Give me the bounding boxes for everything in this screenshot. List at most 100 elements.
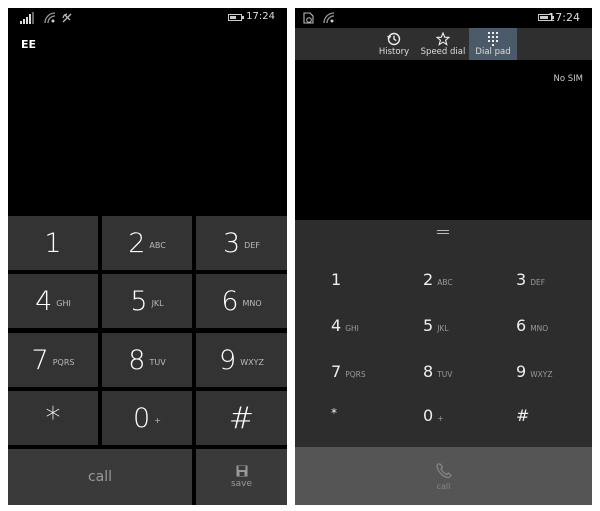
key-letters: TUV bbox=[149, 357, 166, 367]
key-5[interactable]: 5 JKL bbox=[423, 316, 449, 335]
key-digit: # bbox=[228, 400, 255, 436]
key-letters: GHI bbox=[56, 298, 71, 308]
key-digit: 0 bbox=[133, 402, 151, 434]
key-digit: 6 bbox=[516, 316, 527, 335]
sim-missing-icon bbox=[303, 12, 314, 24]
key-digit: 2 bbox=[423, 270, 434, 289]
carrier-name: EE bbox=[21, 38, 37, 51]
key-hash[interactable]: # bbox=[516, 406, 529, 425]
key-digit: 9 bbox=[219, 344, 237, 376]
key-3[interactable]: 3 DEF bbox=[516, 270, 545, 289]
key-8[interactable]: 8 TUV bbox=[423, 362, 452, 381]
key-hash[interactable]: # bbox=[196, 391, 287, 445]
call-button[interactable]: call bbox=[8, 449, 192, 505]
drag-handle[interactable] bbox=[437, 230, 449, 234]
history-icon bbox=[387, 32, 401, 46]
key-digit: 3 bbox=[516, 270, 527, 289]
key-1[interactable]: 1 bbox=[8, 216, 98, 270]
dial-pad: 1 2 ABC 3 DEF 4 GHI 5 JKL 6 MNO 7 PQRS 8 TUV 9 WXYZ * 0 + # bbox=[295, 220, 592, 447]
right-phone-screen: 17:24 History Speed dial Dial pad No SIM… bbox=[295, 8, 592, 505]
key-8[interactable]: 8 TUV bbox=[102, 333, 192, 387]
key-7[interactable]: 7 PQRS bbox=[331, 362, 366, 381]
key-digit: 4 bbox=[331, 316, 342, 335]
tab-label: History bbox=[378, 46, 410, 57]
key-digit: 1 bbox=[331, 270, 342, 289]
data-sync-icon bbox=[62, 13, 72, 23]
key-letters: DEF bbox=[530, 278, 546, 287]
key-digit: 4 bbox=[35, 285, 53, 317]
key-6[interactable]: 6 MNO bbox=[196, 274, 287, 328]
call-label: call bbox=[436, 481, 451, 491]
key-letters: + bbox=[437, 414, 444, 423]
wifi-icon bbox=[323, 12, 335, 24]
key-digit: 7 bbox=[331, 362, 342, 381]
clock: 17:24 bbox=[548, 11, 580, 24]
clock: 17:24 bbox=[246, 11, 275, 22]
status-bar: 17:24 bbox=[8, 8, 287, 28]
key-star[interactable]: * bbox=[331, 406, 337, 420]
key-letters: JKL bbox=[151, 298, 164, 308]
key-letters: + bbox=[154, 415, 161, 425]
key-digit: 7 bbox=[31, 344, 49, 376]
key-digit: 8 bbox=[128, 344, 146, 376]
key-7[interactable]: 7 PQRS bbox=[8, 333, 98, 387]
key-digit: 9 bbox=[516, 362, 527, 381]
key-0[interactable]: 0 + bbox=[423, 406, 443, 425]
tab-speed-dial[interactable]: Speed dial bbox=[419, 28, 467, 60]
key-digit: 0 bbox=[423, 406, 434, 425]
key-3[interactable]: 3 DEF bbox=[196, 216, 287, 270]
key-letters: WXYZ bbox=[240, 357, 264, 367]
key-digit: 8 bbox=[423, 362, 434, 381]
key-9[interactable]: 9 WXYZ bbox=[196, 333, 287, 387]
key-digit: # bbox=[516, 406, 530, 425]
key-digit: * bbox=[331, 406, 337, 420]
key-letters: MNO bbox=[530, 324, 549, 333]
key-letters: ABC bbox=[149, 240, 166, 250]
sim-status: No SIM bbox=[553, 74, 584, 84]
tab-label: Dial pad bbox=[475, 46, 511, 57]
key-2[interactable]: 2 ABC bbox=[102, 216, 192, 270]
star-icon bbox=[436, 31, 450, 46]
call-label: call bbox=[87, 469, 113, 485]
key-digit: 1 bbox=[44, 227, 62, 259]
key-4[interactable]: 4 GHI bbox=[331, 316, 359, 335]
save-icon bbox=[236, 465, 247, 477]
save-label: save bbox=[230, 479, 253, 489]
battery-icon bbox=[228, 14, 244, 21]
key-letters: TUV bbox=[437, 370, 453, 379]
left-phone-screen: 17:24 EE 1 2 ABC 3 DEF 4 GHI 5 JKL 6 MNO 7 PQRS 8 TUV 9… bbox=[8, 8, 287, 505]
key-digit: 5 bbox=[130, 285, 148, 317]
key-letters: PQRS bbox=[52, 357, 75, 367]
key-letters: MNO bbox=[242, 298, 262, 308]
phone-icon bbox=[436, 462, 452, 478]
key-4[interactable]: 4 GHI bbox=[8, 274, 98, 328]
key-letters: PQRS bbox=[345, 370, 366, 379]
tab-bar: History Speed dial Dial pad bbox=[295, 28, 592, 60]
tab-history[interactable]: History bbox=[375, 28, 413, 60]
key-2[interactable]: 2 ABC bbox=[423, 270, 453, 289]
signal-strength-icon bbox=[20, 12, 34, 24]
key-letters: JKL bbox=[437, 324, 449, 333]
key-5[interactable]: 5 JKL bbox=[102, 274, 192, 328]
key-0[interactable]: 0 + bbox=[102, 391, 192, 445]
tab-label: Speed dial bbox=[420, 46, 466, 57]
key-letters: GHI bbox=[345, 324, 359, 333]
key-digit: 5 bbox=[423, 316, 434, 335]
call-button[interactable]: call bbox=[295, 447, 592, 505]
dialpad-icon bbox=[487, 31, 499, 46]
key-letters: DEF bbox=[244, 240, 260, 250]
key-9[interactable]: 9 WXYZ bbox=[516, 362, 552, 381]
key-6[interactable]: 6 MNO bbox=[516, 316, 548, 335]
save-button[interactable]: save bbox=[196, 449, 287, 505]
key-1[interactable]: 1 bbox=[331, 270, 341, 289]
key-digit: 6 bbox=[221, 285, 239, 317]
key-digit: 2 bbox=[128, 227, 146, 259]
tab-dial-pad[interactable]: Dial pad bbox=[469, 28, 517, 60]
wifi-icon bbox=[44, 12, 56, 24]
key-digit: 3 bbox=[222, 227, 241, 259]
key-star[interactable]: * bbox=[8, 391, 98, 445]
key-letters: WXYZ bbox=[530, 370, 553, 379]
key-digit: * bbox=[45, 400, 61, 436]
status-bar: 17:24 bbox=[295, 8, 592, 28]
key-letters: ABC bbox=[437, 278, 453, 287]
